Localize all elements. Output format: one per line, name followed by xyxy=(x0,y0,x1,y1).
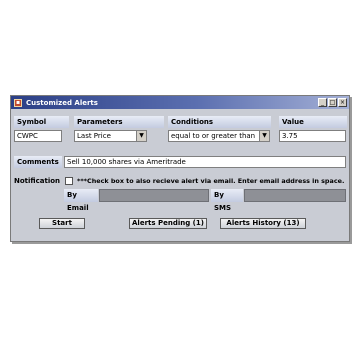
close-icon[interactable]: × xyxy=(338,98,347,107)
page: ▪ Customized Alerts _ □ × Symbol Paramet… xyxy=(0,0,360,360)
symbol-header: Symbol xyxy=(14,116,69,128)
app-icon: ▪ xyxy=(14,98,22,107)
window-controls: _ □ × xyxy=(318,98,347,107)
parameters-selected-value: Last Price xyxy=(77,132,111,140)
title-bar[interactable]: ▪ Customized Alerts _ □ × xyxy=(11,96,349,109)
symbol-input[interactable]: CWPC xyxy=(14,130,62,142)
comments-label: Comments xyxy=(14,156,62,168)
start-button[interactable]: Start xyxy=(39,218,85,229)
parameters-select[interactable]: Last Price ▼ xyxy=(74,130,147,142)
email-input[interactable] xyxy=(99,189,209,202)
by-sms-label: By SMS xyxy=(211,189,243,212)
notification-note: ***Check box to also recieve alert via e… xyxy=(77,177,345,185)
notification-label: Notification xyxy=(14,177,61,185)
chevron-down-icon[interactable]: ▼ xyxy=(259,131,269,141)
conditions-selected-value: equal to or greater than xyxy=(171,132,256,140)
conditions-header: Conditions xyxy=(168,116,271,128)
maximize-icon[interactable]: □ xyxy=(328,98,337,107)
by-email-label: By Email xyxy=(64,189,98,212)
minimize-icon[interactable]: _ xyxy=(318,98,327,107)
alerts-pending-button[interactable]: Alerts Pending (1) xyxy=(129,218,207,229)
window-title: Customized Alerts xyxy=(26,98,98,107)
value-input[interactable]: 3.75 xyxy=(279,130,346,142)
parameters-header: Parameters xyxy=(74,116,164,128)
customized-alerts-window: ▪ Customized Alerts _ □ × Symbol Paramet… xyxy=(10,95,350,242)
sms-input[interactable] xyxy=(244,189,346,202)
alerts-history-button[interactable]: Alerts History (13) xyxy=(220,218,306,229)
value-header: Value xyxy=(279,116,347,128)
chevron-down-icon[interactable]: ▼ xyxy=(136,131,146,141)
email-alert-checkbox[interactable] xyxy=(65,177,73,185)
comments-input[interactable]: Sell 10,000 shares via Ameritrade xyxy=(64,156,346,168)
conditions-select[interactable]: equal to or greater than ▼ xyxy=(168,130,270,142)
